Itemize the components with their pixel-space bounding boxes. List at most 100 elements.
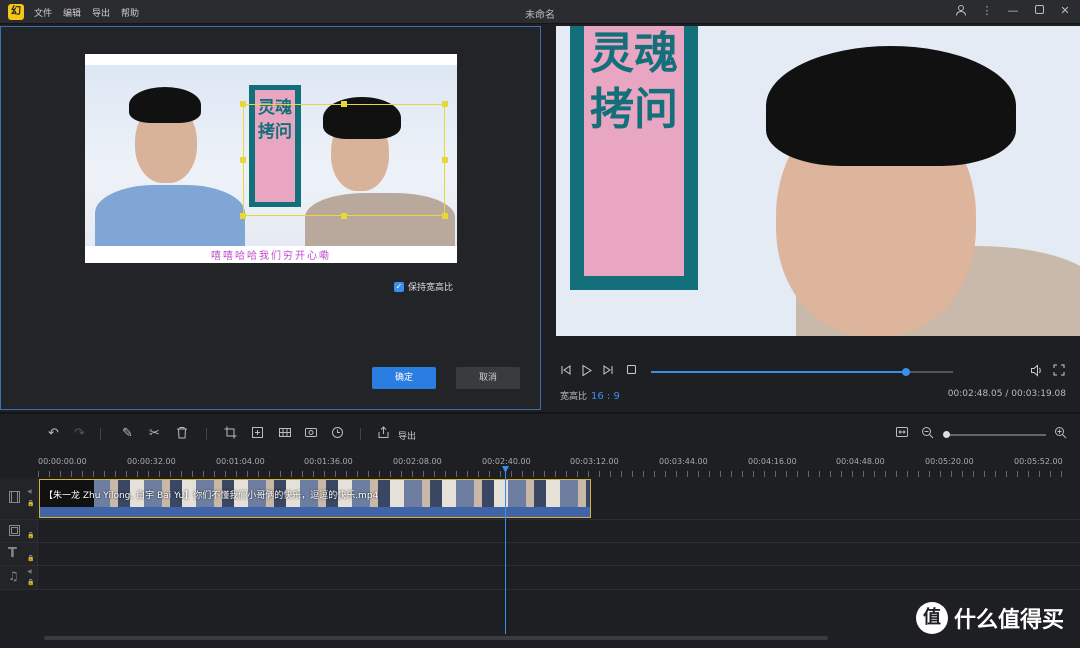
fit-timeline-icon[interactable] (895, 426, 909, 443)
crop-handle-t[interactable] (341, 101, 347, 107)
timeline-ruler[interactable]: 00:00:00.00 00:00:32.00 00:01:04.00 00:0… (0, 455, 1080, 477)
volume-icon[interactable] (1030, 364, 1043, 380)
clip-audio-waveform (40, 507, 590, 517)
lock-track-icon[interactable]: 🔒 (27, 579, 34, 586)
music-track-header: ♫ ◀ 🔒 (0, 566, 38, 589)
aspect-ratio-label: 宽高比 (560, 392, 588, 402)
stop-icon[interactable] (626, 364, 637, 378)
toolbar-divider (100, 428, 101, 440)
next-frame-icon[interactable] (602, 364, 614, 379)
overlay-track[interactable]: 🔒 (0, 520, 1080, 543)
text-track[interactable]: T 🔒 (0, 543, 1080, 566)
overlay-track-header: 🔒 (0, 520, 38, 542)
more-icon[interactable]: ⋮ (980, 4, 994, 18)
mute-track-icon[interactable]: ◀ (27, 488, 32, 495)
watermark-text: 什么值得买 (953, 608, 1064, 633)
toolbar-divider (206, 428, 207, 440)
crop-icon[interactable] (224, 426, 237, 444)
ruler-label: 00:00:32.00 (127, 457, 176, 466)
overlay-icon (8, 524, 21, 540)
menu-bar: 文件 编辑 导出 帮助 (34, 6, 139, 19)
aspect-ratio-value[interactable]: 16 : 9 (591, 391, 620, 402)
left-person-hair (129, 87, 201, 123)
crop-selection-box[interactable] (240, 101, 448, 219)
speed-clock-icon[interactable] (331, 426, 344, 444)
fullscreen-icon[interactable] (1053, 364, 1065, 379)
play-icon[interactable] (580, 364, 593, 380)
delete-icon[interactable] (176, 426, 188, 444)
toolbar-divider (360, 428, 361, 440)
ruler-label: 00:02:40.00 (482, 457, 531, 466)
menu-file[interactable]: 文件 (34, 6, 52, 19)
mosaic-icon[interactable] (278, 426, 292, 444)
user-icon[interactable] (954, 4, 968, 18)
crop-handle-l[interactable] (240, 157, 246, 163)
snapshot-icon[interactable] (304, 426, 318, 444)
ruler-label: 00:05:20.00 (925, 457, 974, 466)
redo-icon[interactable]: ↷ (74, 426, 85, 442)
playback-time: 00:02:48.05 / 00:03:19.08 (947, 389, 1066, 399)
playback-progress-knob[interactable] (902, 368, 911, 376)
crop-handle-r[interactable] (442, 157, 448, 163)
maximize-icon[interactable] (1032, 4, 1046, 18)
music-track[interactable]: ♫ ◀ 🔒 (0, 566, 1080, 590)
lock-track-icon[interactable]: 🔒 (27, 555, 34, 562)
keep-ratio-option[interactable]: ✓ 保持宽高比 (394, 280, 453, 293)
aspect-ratio-display: 宽高比 16 : 9 (560, 389, 620, 402)
undo-icon[interactable]: ↶ (48, 426, 59, 442)
crop-canvas[interactable]: 灵魂拷问 嘻嘻哈哈我们穷开心嘞 (85, 54, 457, 263)
crop-handle-tr[interactable] (442, 101, 448, 107)
crop-handle-b[interactable] (341, 213, 347, 219)
music-note-icon: ♫ (8, 569, 19, 583)
video-clip[interactable]: 【朱一龙 Zhu Yilong, 白宇 Bai Yu】你们不懂我们小哥俩的快乐，… (39, 479, 591, 518)
confirm-button[interactable]: 确定 (372, 367, 436, 389)
export-label[interactable]: 导出 (398, 429, 416, 442)
ruler-ticks (38, 471, 1072, 477)
zoom-in-icon[interactable] (1054, 426, 1067, 444)
playhead-line[interactable] (505, 466, 506, 634)
menu-export[interactable]: 导出 (92, 6, 110, 19)
ruler-label: 00:04:16.00 (748, 457, 797, 466)
prev-frame-icon[interactable] (560, 364, 572, 379)
preview-banner: 灵魂拷问 (570, 26, 698, 290)
crop-panel: 灵魂拷问 嘻嘻哈哈我们穷开心嘞 ✓ 保持宽高比 确定 取消 (0, 26, 541, 410)
playback-progress-fill (651, 371, 907, 373)
zoom-slider[interactable] (943, 431, 1046, 438)
edit-pencil-icon[interactable]: ✎ (122, 426, 133, 442)
watermark-badge: 值 (915, 602, 948, 634)
clip-title: 【朱一龙 Zhu Yilong, 白宇 Bai Yu】你们不懂我们小哥俩的快乐，… (44, 491, 379, 501)
window-controls: ⋮ — ✕ (954, 4, 1072, 18)
menu-edit[interactable]: 编辑 (63, 6, 81, 19)
menu-help[interactable]: 帮助 (121, 6, 139, 19)
crop-handle-tl[interactable] (240, 101, 246, 107)
playback-progress[interactable] (651, 368, 953, 376)
timeline-scrollbar[interactable] (44, 636, 828, 640)
scissors-icon[interactable]: ✂ (149, 426, 160, 442)
crop-handle-br[interactable] (442, 213, 448, 219)
ruler-label: 00:05:52.00 (1014, 457, 1063, 466)
zoom-frame-icon[interactable] (251, 426, 264, 444)
ruler-label: 00:02:08.00 (393, 457, 442, 466)
preview-banner-text: 灵魂拷问 (584, 26, 684, 276)
ruler-label: 00:00:00.00 (38, 457, 87, 466)
film-icon (8, 490, 21, 507)
title-bar: 幻 文件 编辑 导出 帮助 未命名 ⋮ — ✕ (0, 0, 1080, 24)
zoom-out-icon[interactable] (921, 426, 934, 444)
crop-handle-bl[interactable] (240, 213, 246, 219)
zoom-slider-knob[interactable] (943, 431, 950, 438)
export-icon[interactable] (377, 426, 390, 444)
keep-ratio-checkbox[interactable]: ✓ (394, 281, 404, 292)
preview-person-hair (766, 46, 1016, 166)
app-logo: 幻 (8, 4, 24, 20)
preview-video: 灵魂拷问 (556, 26, 1080, 336)
panel-divider[interactable] (0, 412, 1080, 414)
minimize-icon[interactable]: — (1006, 4, 1020, 18)
video-track[interactable]: ◀ 🔒 【朱一龙 Zhu Yilong, 白宇 Bai Yu】你们不懂我们小哥俩… (0, 478, 1080, 520)
cancel-button[interactable]: 取消 (456, 367, 520, 389)
ruler-label: 00:04:48.00 (836, 457, 885, 466)
close-icon[interactable]: ✕ (1058, 4, 1072, 18)
player-controls (556, 362, 1080, 382)
mute-track-icon[interactable]: ◀ (27, 568, 32, 575)
lock-track-icon[interactable]: 🔒 (27, 500, 34, 507)
lock-track-icon[interactable]: 🔒 (27, 532, 34, 539)
